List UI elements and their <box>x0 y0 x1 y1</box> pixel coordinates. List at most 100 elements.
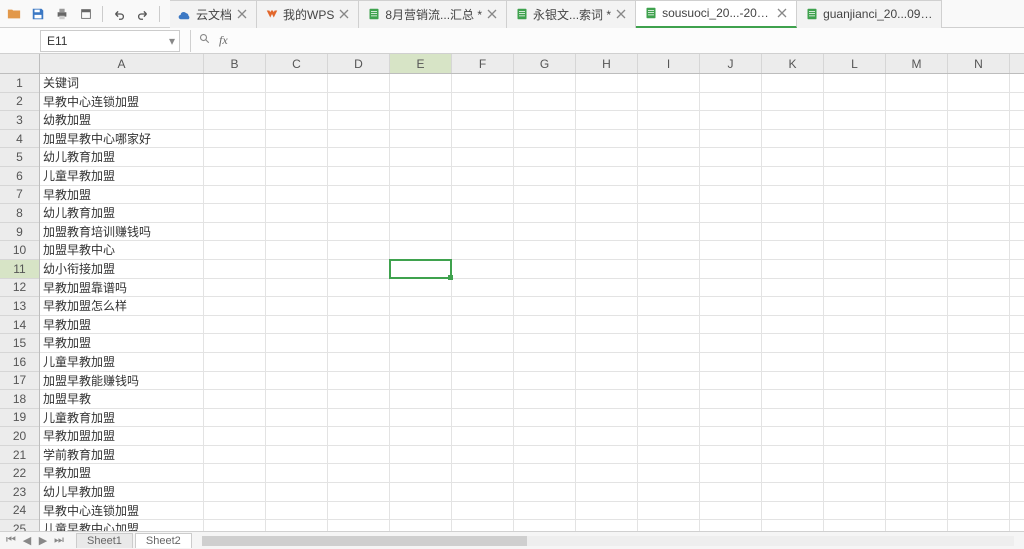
cell[interactable] <box>328 279 390 297</box>
cell[interactable] <box>266 334 328 352</box>
cell[interactable] <box>328 297 390 315</box>
cell[interactable] <box>328 483 390 501</box>
cell[interactable]: 幼儿教育加盟 <box>40 204 204 222</box>
cell[interactable] <box>328 409 390 427</box>
cell[interactable] <box>824 483 886 501</box>
cell[interactable] <box>576 111 638 129</box>
cell[interactable] <box>390 279 452 297</box>
column-header-I[interactable]: I <box>638 54 700 73</box>
cell[interactable] <box>514 279 576 297</box>
cell[interactable] <box>638 520 700 531</box>
cell[interactable] <box>700 520 762 531</box>
cell[interactable] <box>514 297 576 315</box>
cell[interactable] <box>514 204 576 222</box>
cell[interactable] <box>824 148 886 166</box>
cell[interactable] <box>638 297 700 315</box>
column-header-F[interactable]: F <box>452 54 514 73</box>
cell[interactable] <box>390 334 452 352</box>
cell[interactable] <box>204 111 266 129</box>
row-header[interactable]: 15 <box>0 334 39 353</box>
cell[interactable] <box>638 130 700 148</box>
document-tab[interactable]: guanjianci_20...0904_128483 <box>797 0 942 28</box>
cell[interactable] <box>948 111 1010 129</box>
cell[interactable] <box>638 186 700 204</box>
cell[interactable] <box>266 204 328 222</box>
cell[interactable] <box>514 148 576 166</box>
cell[interactable] <box>328 353 390 371</box>
cell[interactable]: 幼儿早教加盟 <box>40 483 204 501</box>
cell[interactable]: 儿童教育加盟 <box>40 409 204 427</box>
cell[interactable] <box>452 520 514 531</box>
cell[interactable] <box>824 186 886 204</box>
cell[interactable] <box>452 186 514 204</box>
row-header[interactable]: 20 <box>0 427 39 446</box>
cell[interactable] <box>328 520 390 531</box>
row-header[interactable]: 6 <box>0 167 39 186</box>
cell[interactable] <box>328 260 390 278</box>
cell[interactable] <box>576 241 638 259</box>
document-tab[interactable]: 我的WPS <box>257 0 359 28</box>
undo-icon[interactable] <box>109 4 129 24</box>
cell[interactable] <box>514 167 576 185</box>
cell[interactable] <box>266 502 328 520</box>
cell[interactable] <box>638 111 700 129</box>
cell[interactable] <box>204 446 266 464</box>
sheet-tab[interactable]: Sheet1 <box>76 533 133 548</box>
cell[interactable] <box>328 93 390 111</box>
cell[interactable] <box>514 93 576 111</box>
cell[interactable] <box>700 409 762 427</box>
cell[interactable]: 学前教育加盟 <box>40 446 204 464</box>
sheet-tab[interactable]: Sheet2 <box>135 533 192 548</box>
cell[interactable] <box>762 241 824 259</box>
cell[interactable] <box>700 111 762 129</box>
select-all-corner[interactable] <box>0 54 40 74</box>
column-header-J[interactable]: J <box>700 54 762 73</box>
document-tab[interactable]: 8月营销流...汇总 * <box>359 0 507 28</box>
cell[interactable] <box>638 464 700 482</box>
horizontal-scrollbar[interactable] <box>202 536 1014 546</box>
cell[interactable] <box>948 316 1010 334</box>
cell[interactable] <box>576 130 638 148</box>
cell[interactable] <box>328 186 390 204</box>
cell[interactable] <box>700 204 762 222</box>
cell[interactable] <box>390 223 452 241</box>
cell[interactable] <box>204 502 266 520</box>
cell[interactable] <box>886 427 948 445</box>
cell[interactable] <box>762 74 824 92</box>
cell[interactable] <box>886 409 948 427</box>
cell[interactable] <box>204 148 266 166</box>
cell[interactable] <box>824 464 886 482</box>
cell[interactable] <box>514 130 576 148</box>
cell[interactable] <box>948 297 1010 315</box>
cell[interactable] <box>824 334 886 352</box>
cell[interactable] <box>390 74 452 92</box>
cell[interactable] <box>204 520 266 531</box>
cell[interactable] <box>328 316 390 334</box>
cell[interactable] <box>948 148 1010 166</box>
column-header-B[interactable]: B <box>204 54 266 73</box>
cell[interactable] <box>266 316 328 334</box>
cell[interactable] <box>886 204 948 222</box>
cell[interactable] <box>266 260 328 278</box>
cell[interactable]: 早教加盟 <box>40 464 204 482</box>
cell[interactable] <box>638 204 700 222</box>
close-icon[interactable] <box>236 8 248 20</box>
cell[interactable]: 幼教加盟 <box>40 111 204 129</box>
cell[interactable] <box>762 483 824 501</box>
cell[interactable] <box>638 316 700 334</box>
cell[interactable] <box>886 297 948 315</box>
cell[interactable] <box>204 353 266 371</box>
cell[interactable]: 关键词 <box>40 74 204 92</box>
cell[interactable] <box>266 167 328 185</box>
cell[interactable]: 早教加盟怎么样 <box>40 297 204 315</box>
cell[interactable] <box>452 297 514 315</box>
cell[interactable] <box>700 74 762 92</box>
cell[interactable] <box>700 148 762 166</box>
column-header-E[interactable]: E <box>390 54 452 73</box>
open-icon[interactable] <box>4 4 24 24</box>
cell[interactable] <box>948 93 1010 111</box>
cell[interactable] <box>762 167 824 185</box>
print-icon[interactable] <box>52 4 72 24</box>
cell[interactable]: 早教加盟靠谱吗 <box>40 279 204 297</box>
cell[interactable]: 幼儿教育加盟 <box>40 148 204 166</box>
